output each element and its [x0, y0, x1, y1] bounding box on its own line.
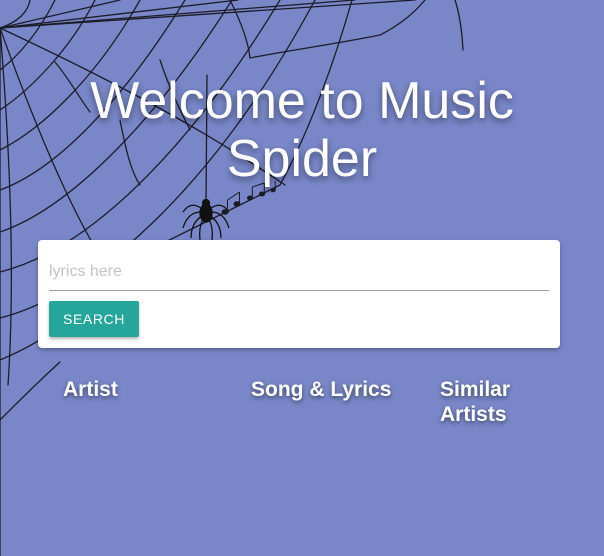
search-card: SEARCH	[38, 240, 560, 348]
spider-icon	[182, 198, 230, 241]
lyrics-search-input[interactable]	[49, 254, 549, 291]
song-lyrics-heading: Song & Lyrics	[251, 378, 392, 401]
artist-heading: Artist	[63, 378, 118, 401]
page-title-line-1: Welcome to Music	[90, 72, 514, 130]
similar-artists-heading: Similar Artists	[440, 378, 511, 426]
page-title-line-2: Spider	[226, 130, 378, 188]
search-button[interactable]: SEARCH	[49, 301, 139, 337]
page-title: Welcome to Music Spider	[0, 72, 604, 188]
